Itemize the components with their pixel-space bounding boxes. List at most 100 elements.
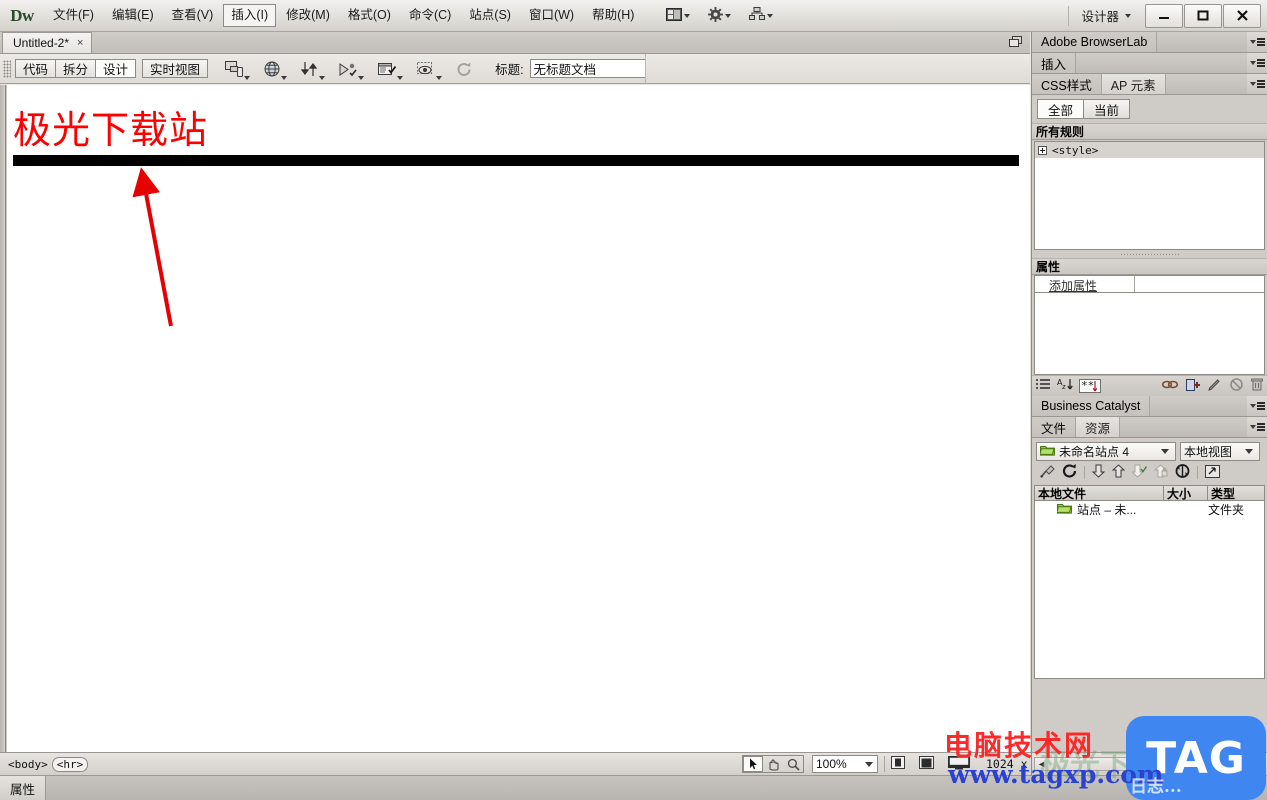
business-catalyst-panel-header[interactable]: Business Catalyst [1032, 396, 1267, 417]
file-row[interactable]: 站点 – 未... 文件夹 [1035, 501, 1264, 517]
menu-commands[interactable]: 命令(C) [401, 4, 459, 27]
cascade-windows-button[interactable] [1006, 35, 1024, 51]
files-panel-menu-button[interactable] [1247, 417, 1267, 437]
toolbar-grip[interactable] [3, 59, 11, 78]
delete-property-icon[interactable] [1251, 378, 1263, 394]
view-design-button[interactable]: 设计 [96, 59, 137, 78]
check-out-icon[interactable] [1130, 464, 1148, 481]
browserlab-panel-header[interactable]: Adobe BrowserLab [1032, 32, 1267, 53]
mobile-size-icon[interactable] [891, 756, 905, 772]
panel-splitter[interactable] [1032, 251, 1267, 258]
css-mode-current-button[interactable]: 当前 [1084, 99, 1131, 119]
zoom-tool-icon[interactable] [783, 756, 803, 772]
layout-switcher-button[interactable] [662, 6, 694, 26]
maximize-button[interactable] [1184, 3, 1222, 28]
desktop-size-icon[interactable] [948, 755, 970, 773]
css-rules-list[interactable]: <style> [1034, 141, 1265, 250]
page-heading-text[interactable]: 极光下载站 [13, 99, 208, 154]
add-property-value-cell[interactable] [1135, 276, 1264, 292]
gear-icon [708, 6, 724, 25]
property-inspector-tab[interactable]: 属性 [0, 776, 47, 800]
horizontal-rule-element[interactable] [13, 155, 1019, 166]
menu-edit[interactable]: 编辑(E) [104, 4, 162, 27]
expand-icon[interactable] [1038, 145, 1047, 155]
add-property-row[interactable]: 添加属性 [1034, 275, 1265, 293]
css-panel-menu-button[interactable] [1247, 74, 1267, 94]
document-tab-untitled-2[interactable]: Untitled-2* × [2, 32, 93, 53]
insert-panel-header[interactable]: 插入 [1032, 53, 1267, 74]
menu-format[interactable]: 格式(O) [340, 4, 399, 27]
preview-in-browser-button[interactable] [264, 58, 288, 80]
menu-site[interactable]: 站点(S) [461, 4, 519, 27]
property-inspector-body[interactable] [46, 776, 1267, 800]
edit-rule-icon[interactable] [1208, 378, 1222, 394]
live-view-button[interactable]: 实时视图 [142, 59, 209, 78]
zoom-level-select[interactable]: 100% [812, 755, 878, 773]
minimize-button[interactable] [1145, 3, 1183, 28]
column-type[interactable]: 类型 [1208, 486, 1264, 501]
tablet-size-icon[interactable] [919, 756, 934, 772]
horizontal-scrollbar[interactable]: ◄ ► [1034, 757, 1265, 771]
view-select[interactable]: 本地视图 [1180, 442, 1260, 461]
close-button[interactable] [1223, 3, 1261, 28]
browserlab-panel-menu-button[interactable] [1247, 32, 1267, 52]
menu-file[interactable]: 文件(F) [45, 4, 102, 27]
column-local-files[interactable]: 本地文件 [1035, 486, 1164, 501]
check-browser-compat-button[interactable] [378, 58, 404, 80]
menu-window[interactable]: 窗口(W) [521, 4, 582, 27]
scroll-left-icon[interactable]: ◄ [1035, 758, 1048, 770]
menu-insert[interactable]: 插入(I) [223, 4, 277, 27]
insert-panel-menu-button[interactable] [1247, 53, 1267, 73]
close-icon[interactable]: × [77, 37, 83, 49]
tab-assets[interactable]: 资源 [1076, 417, 1121, 437]
validate-markup-button[interactable] [339, 58, 365, 80]
css-rule-row[interactable]: <style> [1035, 142, 1264, 158]
column-size[interactable]: 大小 [1164, 486, 1208, 501]
synchronize-icon[interactable] [1175, 464, 1190, 481]
tag-chip-hr[interactable]: <hr> [51, 756, 89, 772]
get-files-icon[interactable] [1091, 464, 1106, 481]
view-split-button[interactable]: 拆分 [56, 59, 97, 78]
business-catalyst-tab[interactable]: Business Catalyst [1032, 396, 1151, 416]
view-code-button[interactable]: 代码 [15, 59, 57, 78]
menu-help[interactable]: 帮助(H) [584, 4, 642, 27]
show-set-properties-icon[interactable]: ** [1079, 379, 1101, 393]
site-manage-button[interactable] [745, 5, 777, 26]
visual-aids-button[interactable] [417, 58, 443, 80]
expand-panel-icon[interactable] [1205, 464, 1220, 481]
file-management-button[interactable] [300, 58, 326, 80]
sort-az-icon[interactable]: Az [1057, 378, 1073, 394]
add-property-label[interactable]: 添加属性 [1035, 276, 1135, 293]
check-in-icon[interactable] [1153, 464, 1168, 481]
tag-chip-body[interactable]: <body> [6, 758, 50, 771]
category-view-icon[interactable] [1036, 378, 1051, 394]
select-tool-icon[interactable] [743, 756, 763, 772]
insert-tab[interactable]: 插入 [1032, 53, 1077, 73]
css-mode-all-button[interactable]: 全部 [1037, 99, 1085, 119]
connect-to-remote-icon[interactable] [1040, 464, 1055, 481]
refresh-design-view-button[interactable] [456, 58, 472, 80]
business-catalyst-menu-button[interactable] [1247, 396, 1267, 416]
attach-style-sheet-icon[interactable] [1161, 379, 1179, 393]
tab-files[interactable]: 文件 [1032, 417, 1077, 437]
menu-modify[interactable]: 修改(M) [278, 4, 338, 27]
refresh-icon[interactable] [1062, 464, 1077, 481]
scrollbar-thumb[interactable] [1048, 758, 1251, 770]
browserlab-tab[interactable]: Adobe BrowserLab [1032, 32, 1158, 52]
hand-tool-icon[interactable] [763, 756, 783, 772]
extend-dreamweaver-button[interactable] [704, 5, 735, 27]
files-list-body[interactable]: 站点 – 未... 文件夹 [1034, 501, 1265, 679]
disable-property-icon[interactable] [1230, 378, 1243, 394]
multiscreen-preview-button[interactable] [225, 58, 251, 80]
tab-css-styles[interactable]: CSS样式 [1032, 74, 1102, 94]
menu-view[interactable]: 查看(V) [164, 4, 222, 27]
panel-menu-icon [1256, 402, 1265, 410]
put-files-icon[interactable] [1111, 464, 1126, 481]
site-select[interactable]: 未命名站点 4 [1036, 442, 1176, 461]
new-css-rule-icon[interactable] [1186, 378, 1200, 394]
property-inspector-bar: 属性 [0, 775, 1267, 800]
scroll-right-icon[interactable]: ► [1251, 758, 1264, 770]
design-view-canvas[interactable]: 极光下载站 [7, 85, 1030, 752]
workspace-switcher[interactable]: 设计器 [1068, 5, 1141, 26]
tab-ap-elements[interactable]: AP 元素 [1101, 74, 1166, 94]
